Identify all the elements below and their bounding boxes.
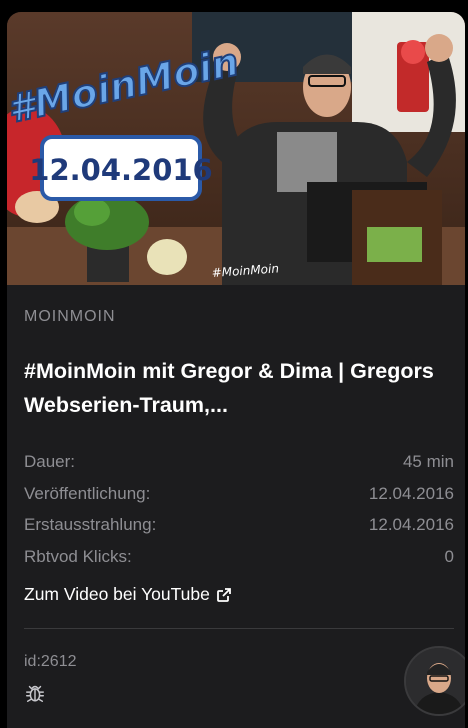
- meta-label: Veröffentlichung:: [24, 484, 151, 503]
- meta-value: 45 min: [402, 452, 454, 471]
- bug-icon[interactable]: [24, 682, 46, 704]
- meta-value: 0: [444, 547, 454, 566]
- video-id: id:2612: [24, 653, 77, 670]
- meta-row-clicks: Rbtvod Klicks: 0: [24, 547, 454, 571]
- meta-label: Dauer:: [24, 452, 76, 471]
- user-avatar[interactable]: [404, 646, 465, 716]
- video-title: #MoinMoin mit Gregor & Dima | Gregors We…: [24, 359, 434, 417]
- external-link-icon: [216, 587, 231, 602]
- thumbnail-date-sign: 12.04.2016: [29, 153, 212, 187]
- channel-name[interactable]: MOINMOIN: [24, 308, 116, 326]
- meta-value: 12.04.2016: [368, 484, 454, 503]
- video-card: #MoinMoin 12.04.2016 #MoinMoin MOINMOIN …: [7, 12, 465, 728]
- meta-label: Erstausstrahlung:: [24, 515, 157, 534]
- youtube-link-label: Zum Video bei YouTube: [24, 584, 210, 604]
- divider: [24, 628, 454, 629]
- meta-row-published: Veröffentlichung: 12.04.2016: [24, 484, 454, 508]
- video-thumbnail[interactable]: #MoinMoin 12.04.2016 #MoinMoin: [7, 12, 465, 285]
- meta-row-first-aired: Erstausstrahlung: 12.04.2016: [24, 515, 454, 539]
- meta-value: 12.04.2016: [368, 515, 454, 534]
- meta-row-duration: Dauer: 45 min: [24, 452, 454, 476]
- meta-label: Rbtvod Klicks:: [24, 547, 132, 566]
- youtube-link[interactable]: Zum Video bei YouTube: [24, 584, 232, 605]
